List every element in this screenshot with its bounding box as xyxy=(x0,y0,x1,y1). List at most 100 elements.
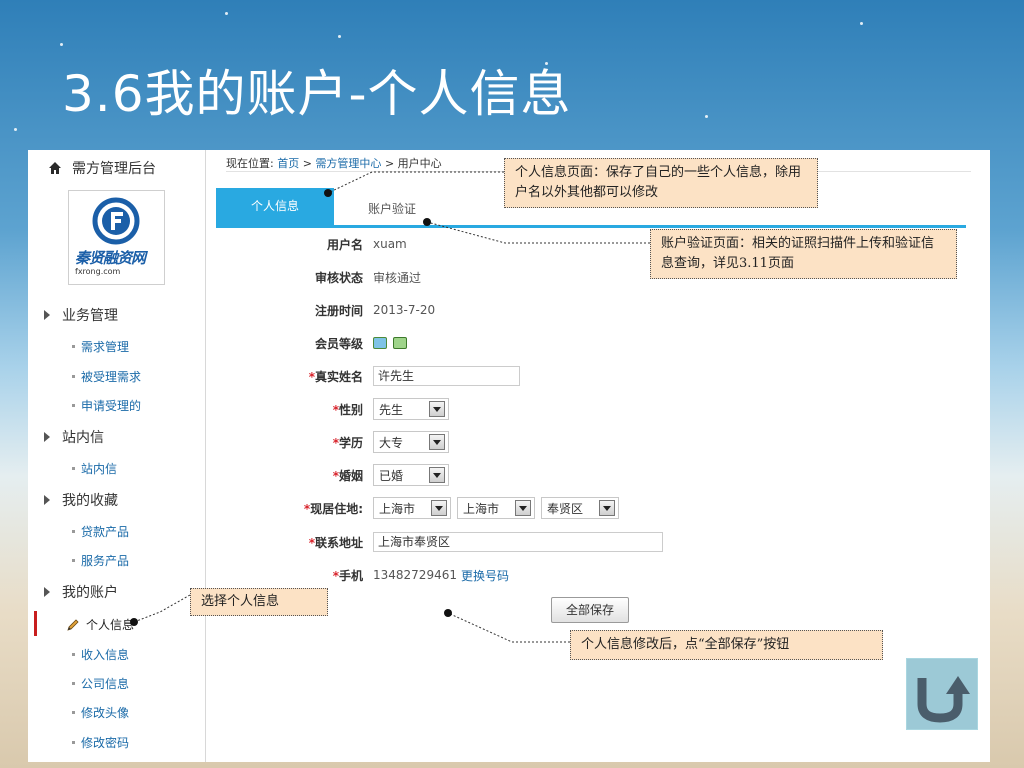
sidebar-item-income-info[interactable]: 收入信息 xyxy=(72,646,129,663)
logo-text: 秦贤融资网 xyxy=(75,249,146,267)
city-select[interactable]: 上海市 xyxy=(457,497,535,519)
residence-value-wrap: 上海市 上海市 奉贤区 xyxy=(373,497,619,519)
education-label-text: 学历 xyxy=(338,435,363,450)
register-time-value: 2013-7-20 xyxy=(373,303,436,317)
breadcrumb: 现在位置: 首页 > 需方管理中心 > 用户中心 xyxy=(226,155,442,171)
sidebar-item-label: 个人信息 xyxy=(86,618,135,632)
bullet-icon xyxy=(72,404,75,407)
bullet-icon xyxy=(72,682,75,685)
education-label: *学历 xyxy=(333,434,363,451)
member-badge-icon xyxy=(373,337,387,349)
row-education: *学历 大专 xyxy=(206,430,990,454)
sidebar-header[interactable]: 需方管理后台 xyxy=(48,158,156,178)
sidebar-item-inbox[interactable]: 站内信 xyxy=(72,460,117,477)
callout-account-verify-page: 账户验证页面：相关的证照扫描件上传和验证信息查询，详见3.11页面 xyxy=(650,229,957,279)
chevron-down-icon xyxy=(429,434,445,450)
address-label-text: 联系地址 xyxy=(314,535,363,550)
marriage-select[interactable]: 已婚 xyxy=(373,464,449,486)
education-selected: 大专 xyxy=(379,435,404,450)
row-member-level: 会员等级 xyxy=(206,331,990,355)
pencil-icon xyxy=(66,618,80,632)
residence-label: *现居住地: xyxy=(304,500,363,517)
member-verified-icon xyxy=(393,337,407,349)
sidebar-item-accepted-demand[interactable]: 被受理需求 xyxy=(72,368,141,385)
sidebar-group-favorites[interactable]: 我的收藏 xyxy=(44,490,118,510)
sidebar-group-messages[interactable]: 站内信 xyxy=(44,427,104,447)
sidebar-item-applied[interactable]: 申请受理的 xyxy=(72,397,141,414)
expand-arrow-icon xyxy=(44,587,50,597)
district-select[interactable]: 奉贤区 xyxy=(541,497,619,519)
chevron-down-icon xyxy=(431,500,447,516)
chevron-down-icon xyxy=(429,401,445,417)
review-status-label: 审核状态 xyxy=(314,270,363,285)
sidebar-group-label: 我的账户 xyxy=(62,585,118,601)
tab-personal-info[interactable]: 个人信息 xyxy=(216,188,334,225)
gender-label: *性别 xyxy=(333,401,363,418)
expand-arrow-icon xyxy=(44,310,50,320)
bullet-icon xyxy=(72,653,75,656)
marriage-label: *婚姻 xyxy=(333,467,363,484)
sidebar-item-label: 修改头像 xyxy=(81,706,130,720)
row-mobile: *手机 13482729461 更换号码 xyxy=(206,563,990,587)
sidebar-item-change-avatar[interactable]: 修改头像 xyxy=(72,704,129,721)
address-label: *联系地址 xyxy=(309,534,363,551)
breadcrumb-separator: > xyxy=(384,157,395,170)
chevron-down-icon xyxy=(599,500,615,516)
sidebar-item-loan-products[interactable]: 贷款产品 xyxy=(72,523,129,540)
sparkle xyxy=(60,43,63,46)
bullet-icon xyxy=(72,467,75,470)
sidebar-group-label: 站内信 xyxy=(62,430,104,446)
bullet-icon xyxy=(72,559,75,562)
sidebar-item-company-info[interactable]: 公司信息 xyxy=(72,675,129,692)
gender-value-wrap: 先生 xyxy=(373,398,449,420)
education-value-wrap: 大专 xyxy=(373,431,449,453)
city-selected: 上海市 xyxy=(463,501,500,516)
mobile-value: 13482729461 xyxy=(373,568,457,582)
callout-select-personal-info: 选择个人信息 xyxy=(190,588,328,616)
chevron-down-icon xyxy=(515,500,531,516)
sidebar-item-label: 需求管理 xyxy=(81,340,130,354)
return-arrow-icon xyxy=(917,676,970,723)
address-input[interactable]: 上海市奉贤区 xyxy=(373,532,663,552)
sidebar-item-label: 修改密码 xyxy=(81,736,130,750)
breadcrumb-home-link[interactable]: 首页 xyxy=(277,157,299,170)
education-select[interactable]: 大专 xyxy=(373,431,449,453)
sidebar-group-my-account[interactable]: 我的账户 xyxy=(44,582,118,602)
register-time-label: 注册时间 xyxy=(314,303,363,318)
tab-account-verify[interactable]: 账户验证 xyxy=(368,200,416,217)
username-value: xuam xyxy=(373,237,407,251)
sidebar-item-service-products[interactable]: 服务产品 xyxy=(72,552,129,569)
return-button[interactable] xyxy=(906,658,978,730)
sidebar-item-label: 贷款产品 xyxy=(81,525,130,539)
breadcrumb-center-link[interactable]: 需方管理中心 xyxy=(315,157,381,170)
sidebar-item-demand-manage[interactable]: 需求管理 xyxy=(72,338,129,355)
breadcrumb-separator: > xyxy=(302,157,312,170)
change-number-link[interactable]: 更换号码 xyxy=(461,567,509,584)
row-register-time: 注册时间 2013-7-20 xyxy=(206,298,990,322)
gender-select[interactable]: 先生 xyxy=(373,398,449,420)
breadcrumb-prefix: 现在位置: xyxy=(226,157,274,170)
sidebar: 需方管理后台 秦贤融资网 fxrong.com 业务管理 需求管理 被受理需求 … xyxy=(28,150,206,762)
bullet-icon xyxy=(72,530,75,533)
bullet-icon xyxy=(72,711,75,714)
save-all-button[interactable]: 全部保存 xyxy=(551,597,629,623)
sidebar-item-label: 服务产品 xyxy=(81,554,130,568)
chevron-down-icon xyxy=(429,467,445,483)
real-name-label: *真实姓名 xyxy=(309,368,363,385)
expand-arrow-icon xyxy=(44,432,50,442)
residence-label-text: 现居住地: xyxy=(310,501,363,516)
marriage-value-wrap: 已婚 xyxy=(373,464,449,486)
sidebar-item-change-password[interactable]: 修改密码 xyxy=(72,734,129,751)
mobile-label-text: 手机 xyxy=(338,568,363,583)
mobile-value-wrap: 13482729461 更换号码 xyxy=(373,567,509,584)
sparkle xyxy=(860,22,863,25)
sidebar-item-personal-info[interactable]: 个人信息 xyxy=(66,616,134,633)
row-residence: *现居住地: 上海市 上海市 奉贤区 xyxy=(206,496,990,520)
province-select[interactable]: 上海市 xyxy=(373,497,451,519)
gender-label-text: 性别 xyxy=(338,402,363,417)
sidebar-header-label: 需方管理后台 xyxy=(72,161,156,177)
expand-arrow-icon xyxy=(44,495,50,505)
sidebar-group-business[interactable]: 业务管理 xyxy=(44,305,118,325)
address-value-wrap: 上海市奉贤区 xyxy=(373,532,663,552)
real-name-input[interactable]: 许先生 xyxy=(373,366,520,386)
